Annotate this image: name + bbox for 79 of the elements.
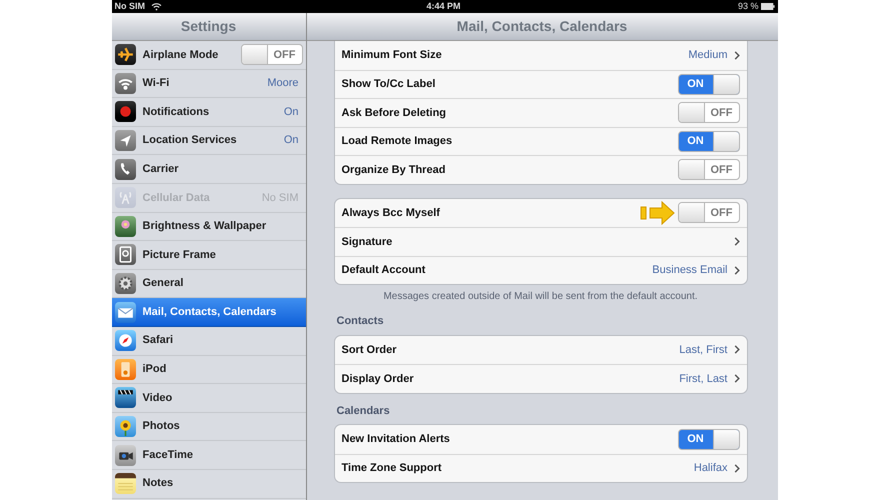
chevron-icon [734,464,740,473]
section-header: Contacts [336,314,385,329]
settings-row[interactable]: Minimum Font Size Medium [334,41,746,70]
settings-row[interactable]: Organize By Thread OFF [334,155,746,184]
record-icon [114,101,136,122]
toggle-switch[interactable]: OFF [678,202,740,224]
sidebar-item[interactable]: Picture Frame [112,241,306,270]
row-value: Medium [688,48,728,63]
carrier-text: No SIM [114,0,145,13]
settings-row[interactable]: Always Bcc Myself OFF [334,198,746,227]
wifi-icon [151,2,162,10]
settings-row[interactable]: Load Remote Images ON [334,126,746,155]
toggle-switch[interactable]: ON [678,130,740,152]
compass-icon [114,330,136,352]
toggle-label: ON [686,77,705,92]
toggle-label: OFF [272,48,296,63]
toggle-label: OFF [710,206,734,220]
antenna-icon [114,187,136,208]
toggle-switch[interactable]: OFF [678,102,740,124]
sidebar-item[interactable]: Mail, Contacts, Calendars [112,298,306,327]
row-value: Last, First [679,342,728,358]
toggle-switch[interactable]: OFF [240,44,302,66]
settings-row[interactable]: Ask Before Deleting OFF [334,98,746,126]
camera-icon [114,444,136,466]
music-player-icon [114,358,136,380]
flower-icon [114,216,136,237]
chevron-icon [734,345,740,354]
frame-icon [114,244,136,266]
sidebar-item[interactable]: Video [112,384,306,413]
phone-icon [114,158,136,180]
chevron-icon [734,237,740,246]
settings-row[interactable]: New Invitation Alerts ON [334,425,746,454]
toggle-label: ON [686,432,705,447]
envelope-icon [114,302,136,323]
toggle-label: OFF [710,162,734,178]
sidebar-item[interactable]: Carrier [112,155,306,184]
notepad-icon [114,473,136,494]
sidebar-item[interactable]: Brightness & Wallpaper [112,212,306,242]
sidebar-item[interactable]: Notes [112,470,306,498]
item-value: Moore [267,76,298,92]
sidebar-item[interactable]: Wi-Fi Moore [112,70,306,98]
sidebar-item[interactable]: Airplane Mode OFF [112,41,306,70]
toggle-switch[interactable]: ON [678,428,740,450]
sidebar-item[interactable]: FaceTime [112,441,306,470]
row-value: Business Email [652,263,728,278]
battery-icon [760,3,774,10]
row-value: Halifax [694,461,728,476]
item-value: On [284,104,298,120]
toggle-switch[interactable]: ON [678,74,740,95]
sidebar-item[interactable]: Safari [112,326,306,356]
toggle-label: ON [686,134,705,149]
row-value: First, Last [679,372,728,386]
settings-row[interactable]: Default Account Business Email [334,256,746,284]
settings-row[interactable]: Show To/Cc Label ON [334,70,746,98]
airplane-icon [114,44,136,66]
chevron-icon [734,374,740,384]
sidebar-item[interactable]: iPod [112,356,306,384]
sidebar-item[interactable]: Notifications On [112,98,306,127]
sidebar-title: Settings [180,17,236,36]
gear-icon [114,273,136,294]
toggle-switch[interactable]: OFF [678,159,740,180]
chevron-icon [734,266,740,275]
settings-row[interactable]: Signature [334,227,746,256]
sunflower-icon [114,416,136,438]
detail-title: Mail, Contacts, Calendars [456,17,628,36]
settings-row[interactable]: Sort Order Last, First [334,336,746,364]
item-value: On [284,133,298,148]
settings-row[interactable]: Display Order First, Last [334,364,746,392]
sidebar-item[interactable]: Photos [112,412,306,442]
clock-text: 4:44 PM [426,0,461,13]
toggle-label: OFF [710,106,734,120]
group-footer: Messages created outside of Mail will be sent from the default account. [334,289,748,304]
chevron-icon [734,50,740,60]
settings-row[interactable]: Time Zone Support Halifax [334,454,746,482]
section-header: Calendars [336,404,391,418]
wifi-icon [114,72,136,94]
clapperboard-icon [114,387,136,408]
sidebar-item[interactable]: Location Services On [112,126,306,156]
battery-text: 93 % [738,0,758,13]
